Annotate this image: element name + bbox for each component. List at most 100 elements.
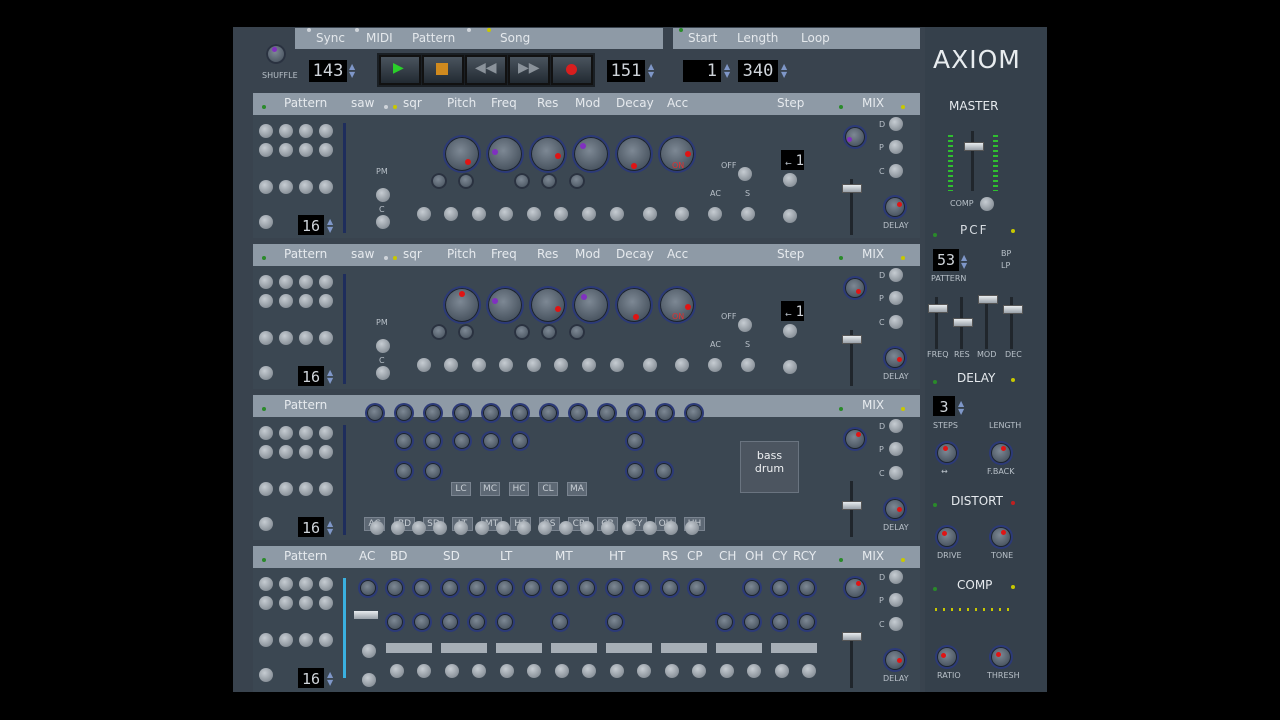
drum1-ma-button[interactable]: MA — [567, 482, 587, 496]
pcf-mod-slider[interactable] — [985, 297, 988, 349]
drum1-p-button[interactable] — [889, 442, 903, 456]
synth2-p-label: P — [879, 294, 884, 303]
synth1-pitch-knob[interactable] — [445, 137, 479, 171]
midi-toggle[interactable]: MIDI — [366, 28, 393, 48]
delay-fback-label: F.BACK — [987, 467, 1015, 476]
pcf-lp-label[interactable]: LP — [1001, 261, 1010, 270]
synth1-freq-knob[interactable] — [488, 137, 522, 171]
synth1-decay-label: Decay — [616, 96, 654, 110]
synth1-delay-knob[interactable] — [885, 197, 905, 217]
drum2-p-button[interactable] — [889, 593, 903, 607]
loop-button[interactable]: Loop — [801, 28, 830, 48]
synth2-decay-knob[interactable] — [617, 288, 651, 322]
tempo-stepper[interactable]: ▲ ▼ — [349, 63, 355, 79]
master-comp-button[interactable] — [980, 197, 994, 211]
synth1-saw-toggle[interactable]: saw — [351, 96, 374, 110]
position-stepper[interactable]: ▲ ▼ — [724, 63, 730, 79]
drum2-slot-indicator[interactable] — [354, 611, 378, 619]
synth1-mod-knob[interactable] — [574, 137, 608, 171]
length-display[interactable]: 340 — [738, 60, 778, 82]
delay-time-knob[interactable] — [937, 443, 957, 463]
comp-thresh-knob[interactable] — [991, 647, 1011, 667]
pcf-pattern-display[interactable]: 53 — [933, 249, 959, 271]
master-volume-cap[interactable] — [964, 142, 984, 151]
drum2-steps-display[interactable]: 16 — [298, 668, 324, 688]
synth1-pm-button[interactable] — [376, 188, 390, 202]
synth1-p-button[interactable] — [889, 140, 903, 154]
record-button[interactable] — [551, 55, 593, 85]
synth-row-1: Pattern saw sqr Pitch Freq Res Mod Decay… — [253, 93, 920, 238]
synth2-pitch-knob[interactable] — [445, 288, 479, 322]
drum1-delay-knob[interactable] — [885, 499, 905, 519]
pattern-display[interactable]: 151 — [607, 60, 645, 82]
song-mode[interactable]: Song — [500, 28, 530, 48]
distort-drive-knob[interactable] — [937, 527, 957, 547]
length-stepper[interactable]: ▲ ▼ — [781, 63, 787, 79]
synth1-decay-knob[interactable] — [617, 137, 651, 171]
delay-steps-display[interactable]: 3 — [933, 396, 955, 416]
synth1-off-button[interactable] — [738, 167, 752, 181]
rewind-button[interactable]: ◀◀ — [465, 55, 507, 85]
pattern-mode[interactable]: Pattern — [412, 28, 455, 48]
drum2-d-button[interactable] — [889, 570, 903, 584]
drum2-ch-label: CH — [719, 549, 737, 563]
stop-button[interactable] — [422, 55, 464, 85]
drum1-hc-button[interactable]: HC — [509, 482, 529, 496]
comp-meter — [935, 608, 1015, 611]
synth1-p-label: P — [879, 143, 884, 152]
start-button[interactable]: Start — [688, 28, 717, 48]
synth2-mix-knob[interactable] — [845, 278, 865, 298]
tempo-display[interactable]: 143 — [309, 60, 347, 82]
drum1-steps-display[interactable]: 16 — [298, 517, 324, 537]
master-volume-slider[interactable] — [971, 131, 974, 191]
drum2-c-button[interactable] — [889, 617, 903, 631]
synth2-d-button[interactable] — [889, 268, 903, 282]
synth2-freq-knob[interactable] — [488, 288, 522, 322]
synth1-d-button[interactable] — [889, 117, 903, 131]
synth2-off-button[interactable] — [738, 318, 752, 332]
drum1-lc-button[interactable]: LC — [451, 482, 471, 496]
synth2-sqr-toggle[interactable]: sqr — [403, 247, 422, 261]
synth1-c2-button[interactable] — [889, 164, 903, 178]
synth1-mix-knob[interactable] — [845, 127, 865, 147]
delay-length-label: LENGTH — [989, 421, 1022, 430]
forward-button[interactable]: ▶▶ — [508, 55, 550, 85]
delay-fback-knob[interactable] — [991, 443, 1011, 463]
length-button[interactable]: Length — [737, 28, 778, 48]
play-button[interactable]: ▶ — [379, 55, 421, 85]
drum1-c-button[interactable] — [889, 466, 903, 480]
drum2-mix-knob[interactable] — [845, 578, 865, 598]
synth2-acc-label: Acc — [667, 247, 689, 261]
drum1-d-button[interactable] — [889, 419, 903, 433]
drum2-slot-button-2[interactable] — [362, 673, 376, 687]
drum1-cl-button[interactable]: CL — [538, 482, 558, 496]
synth2-saw-toggle[interactable]: saw — [351, 247, 374, 261]
synth1-left-button[interactable] — [783, 173, 797, 187]
pcf-bp-label[interactable]: BP — [1001, 249, 1011, 258]
synth2-steps-display[interactable]: 16 — [298, 366, 324, 386]
synth1-steps-display[interactable]: 16 — [298, 215, 324, 235]
synth2-mod-knob[interactable] — [574, 288, 608, 322]
distort-tone-knob[interactable] — [991, 527, 1011, 547]
synth1-c-button[interactable] — [376, 215, 390, 229]
synth1-c2-label: C — [879, 167, 885, 176]
synth2-left-button[interactable] — [783, 324, 797, 338]
synth2-c-button[interactable] — [376, 366, 390, 380]
drum2-delay-knob[interactable] — [885, 650, 905, 670]
synth1-sqr-toggle[interactable]: sqr — [403, 96, 422, 110]
synth2-pitch-label: Pitch — [447, 247, 477, 261]
sync-toggle[interactable]: Sync — [316, 28, 345, 48]
synth2-p-button[interactable] — [889, 291, 903, 305]
drum1-mc-button[interactable]: MC — [480, 482, 500, 496]
position-display[interactable]: 1 — [683, 60, 721, 82]
synth2-res-knob[interactable] — [531, 288, 565, 322]
synth2-c2-button[interactable] — [889, 315, 903, 329]
synth2-delay-knob[interactable] — [885, 348, 905, 368]
pattern-stepper[interactable]: ▲ ▼ — [648, 63, 654, 79]
comp-ratio-knob[interactable] — [937, 647, 957, 667]
drum2-slot-button[interactable] — [362, 644, 376, 658]
drum1-mix-knob[interactable] — [845, 429, 865, 449]
synth1-res-knob[interactable] — [531, 137, 565, 171]
synth2-pm-button[interactable] — [376, 339, 390, 353]
shuffle-knob[interactable] — [266, 44, 286, 64]
